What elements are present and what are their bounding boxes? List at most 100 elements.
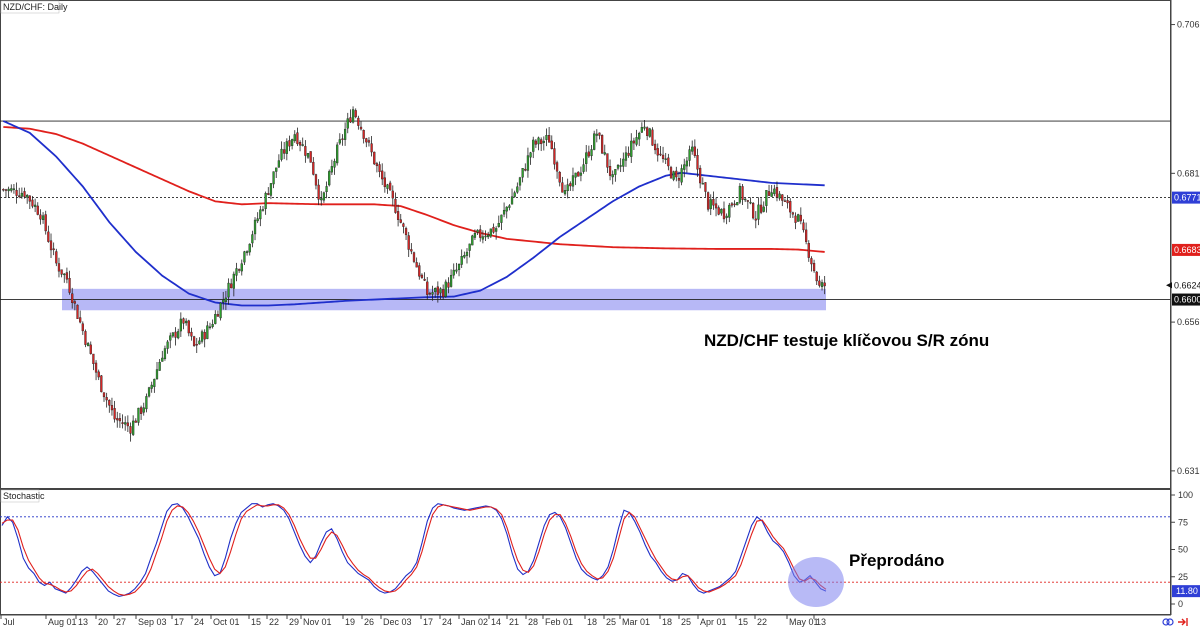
candle-body: [15, 190, 18, 196]
time-tick-label-27: 25: [681, 617, 691, 627]
candle-body: [118, 418, 122, 422]
stoch-tick-label-4: 0: [1178, 599, 1183, 609]
candle-body: [261, 209, 265, 211]
price-tick-label-2: 0.65621: [1177, 317, 1200, 327]
candle-body: [714, 203, 718, 209]
candle-body: [7, 188, 10, 192]
candle-body: [57, 263, 61, 272]
candle-body: [704, 182, 707, 192]
candle-body: [182, 318, 185, 324]
candle-body: [786, 200, 789, 204]
time-tick-label-20: 21: [509, 617, 519, 627]
candle-body: [214, 314, 217, 324]
candle-body: [783, 200, 787, 202]
candle-body: [579, 172, 583, 176]
candle-body: [381, 170, 384, 180]
candle-body: [365, 138, 368, 143]
candle: [648, 127, 651, 138]
candle-body: [643, 126, 646, 129]
candle-body: [407, 235, 410, 250]
candle-body: [116, 418, 119, 421]
candle: [412, 251, 416, 264]
candle-body: [132, 420, 135, 435]
candle-body: [550, 140, 553, 150]
candle-body: [585, 152, 588, 164]
candle-body: [582, 164, 585, 172]
price-badge-label-0: 0.67713: [1174, 193, 1200, 203]
candle-body: [304, 146, 307, 156]
candle-body: [317, 184, 320, 200]
candle-body: [259, 209, 262, 220]
candle-body: [675, 170, 678, 178]
candle-body: [455, 269, 458, 272]
close-arrow-icon[interactable]: [1178, 618, 1188, 626]
candle-body: [396, 211, 400, 220]
time-tick-label-22: Feb 01: [545, 617, 573, 627]
candle-body: [224, 297, 228, 302]
candle-body: [402, 223, 405, 227]
candle-body: [105, 397, 108, 401]
candle-body: [476, 229, 479, 233]
time-tick-label-32: 13: [816, 617, 826, 627]
candle-body: [797, 214, 800, 222]
candle-body: [145, 396, 148, 410]
time-tick-label-26: 18: [662, 617, 672, 627]
candle-body: [574, 172, 577, 178]
candle: [738, 183, 742, 205]
candle-body: [23, 191, 26, 197]
candle-body: [744, 198, 747, 201]
time-tick-label-19: 14: [491, 617, 501, 627]
candle-body: [537, 137, 540, 145]
candle-body: [757, 204, 760, 220]
time-tick-label-24: 25: [606, 617, 616, 627]
candle-body: [100, 375, 103, 393]
candle-body: [627, 152, 630, 156]
candle-body: [799, 214, 802, 222]
candle: [752, 201, 755, 220]
candle-body: [179, 318, 182, 332]
candle-body: [571, 175, 575, 187]
candle-body: [36, 205, 39, 215]
candle-body: [534, 140, 538, 145]
candle-body: [264, 193, 267, 209]
candle-body: [765, 190, 768, 206]
candle-body: [746, 200, 749, 202]
candle-body: [630, 140, 633, 157]
candle-body: [730, 203, 734, 206]
candle-body: [508, 205, 511, 208]
candle-body: [677, 177, 681, 181]
time-tick-label-13: 19: [345, 617, 355, 627]
candle-body: [513, 192, 516, 197]
candle-body: [667, 157, 670, 167]
candle-body: [497, 223, 500, 227]
stoch-tick-label-0: 100: [1178, 490, 1193, 500]
candle-body: [86, 343, 90, 347]
candle-body: [487, 234, 490, 238]
candle: [76, 304, 79, 319]
time-tick-label-8: Oct 01: [213, 617, 240, 627]
candle-body: [500, 214, 503, 223]
time-axis: Jul Aug 01 13 20 27 Sep 03 17 24 Oct 01 15 22 29 Nov…: [0, 614, 1171, 627]
candle-body: [651, 129, 654, 146]
candle-body: [593, 133, 596, 150]
candle-body: [367, 140, 371, 143]
fullscreen-icon[interactable]: [1162, 618, 1174, 626]
candle-body: [545, 135, 548, 140]
candle-body: [810, 258, 813, 265]
candle-body: [805, 229, 808, 242]
time-tick-label-23: 18: [587, 617, 597, 627]
candle-body: [190, 331, 193, 337]
candle-body: [611, 174, 614, 178]
candle-body: [457, 263, 461, 270]
candle-body: [733, 203, 736, 206]
candle: [672, 170, 675, 182]
candle: [669, 165, 673, 179]
candle-body: [238, 269, 241, 271]
candle-body: [558, 172, 561, 183]
candle-body: [370, 143, 373, 153]
candle-body: [76, 304, 79, 319]
candle: [797, 213, 800, 222]
candle-body: [245, 251, 249, 254]
candle-body: [275, 167, 278, 172]
candle-body: [373, 151, 376, 165]
